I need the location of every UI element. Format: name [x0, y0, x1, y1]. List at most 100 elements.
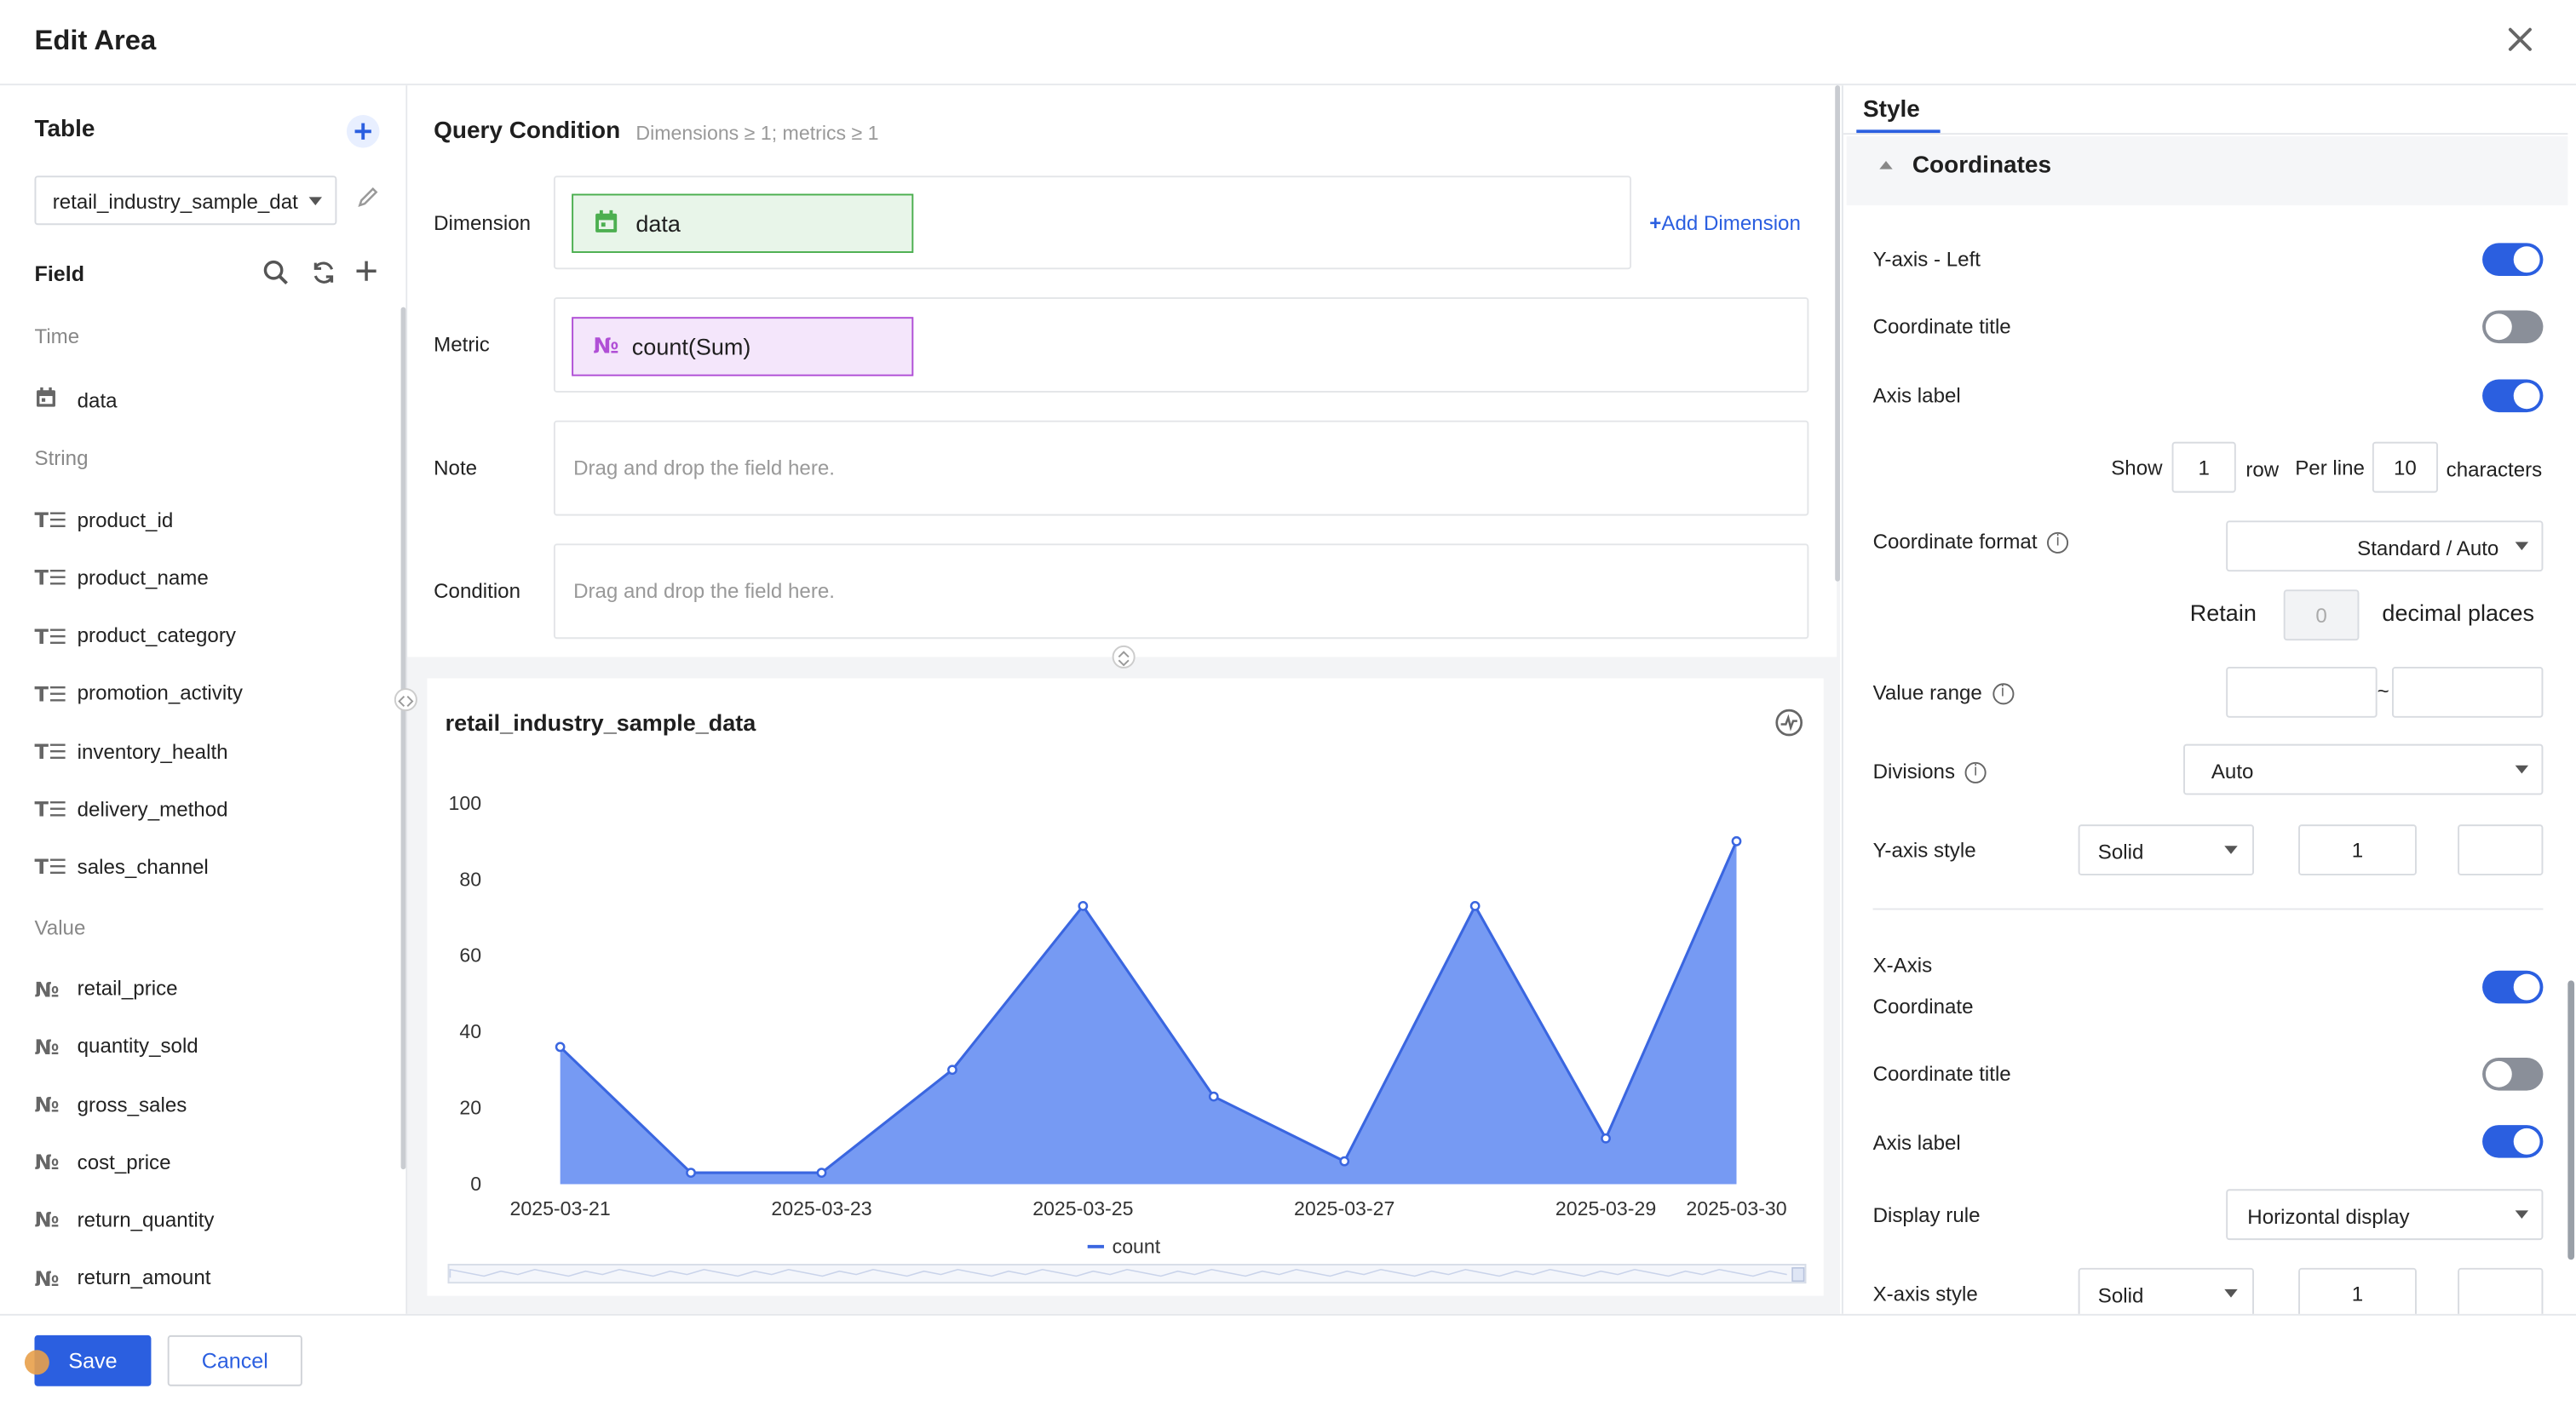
coordinate-title-label: Coordinate title	[1872, 315, 2011, 339]
field-item[interactable]: T☰ inventory_health	[34, 739, 227, 764]
y-axis-left-toggle[interactable]	[2482, 243, 2544, 276]
x-coordinate-title-toggle[interactable]	[2482, 1057, 2544, 1091]
field-item[interactable]: № cost_price	[34, 1150, 170, 1174]
y-tick-label: 60	[459, 944, 481, 967]
dimension-dropzone[interactable]: data	[553, 175, 1632, 270]
text-field-icon: T☰	[34, 565, 67, 591]
x-coordinate-label: Coordinate	[1872, 995, 1974, 1019]
edit-pencil-icon[interactable]	[356, 186, 379, 217]
divisions-select[interactable]: Auto	[2183, 743, 2544, 795]
table-select-value: retail_industry_sample_data	[52, 190, 299, 214]
metric-dropzone[interactable]: № count(Sum)	[553, 297, 1809, 393]
coordinate-format-label: Coordinate format i	[1873, 531, 2069, 554]
field-item[interactable]: T☰ promotion_activity	[34, 681, 242, 706]
field-item[interactable]: T☰ delivery_method	[34, 797, 227, 822]
field-item[interactable]: data	[34, 386, 118, 414]
field-group-label: String	[34, 446, 89, 470]
resize-handle-icon[interactable]	[1112, 645, 1136, 669]
style-scrollbar[interactable]	[2567, 980, 2575, 1260]
field-item[interactable]: № quantity_sold	[34, 1035, 198, 1059]
field-item[interactable]: № return_quantity	[34, 1208, 214, 1232]
y-tick-label: 0	[470, 1173, 481, 1195]
value-range-min-input[interactable]	[2226, 666, 2378, 718]
data-point	[686, 1168, 696, 1178]
x-tick-label: 2025-03-27	[1294, 1197, 1394, 1219]
close-icon[interactable]	[2502, 21, 2538, 57]
tab-divider	[1843, 133, 2568, 135]
zoom-handle	[1791, 1267, 1805, 1283]
field-item[interactable]: T☰ product_id	[34, 508, 173, 532]
display-rule-select[interactable]: Horizontal display	[2226, 1189, 2544, 1241]
add-table-icon[interactable]	[346, 114, 380, 148]
panel-collapse-handle-icon[interactable]	[394, 688, 417, 712]
field-item[interactable]: T☰ product_category	[34, 623, 235, 648]
x-tick-label: 2025-03-30	[1686, 1197, 1786, 1219]
retain-label: Retain	[2189, 599, 2257, 626]
x-line-style-select[interactable]: Solid	[2078, 1267, 2254, 1319]
y-line-style-select[interactable]: Solid	[2078, 824, 2254, 875]
field-name: delivery_method	[77, 797, 228, 821]
show-rows-input[interactable]: 1	[2171, 441, 2236, 493]
add-dimension-link[interactable]: +Add Dimension	[1649, 212, 1801, 235]
y-axis-style-label: Y-axis style	[1872, 839, 1976, 863]
y-line-width-input[interactable]: 1	[2298, 824, 2417, 875]
legend-label: count	[1113, 1235, 1161, 1257]
data-point	[1078, 900, 1089, 911]
tab-style[interactable]: Style	[1863, 97, 1920, 123]
query-hint: Dimensions ≥ 1; metrics ≥ 1	[635, 121, 879, 145]
x-coordinate-toggle[interactable]	[2482, 970, 2544, 1004]
query-scrollbar[interactable]	[1835, 85, 1840, 582]
field-item[interactable]: T☰ product_name	[34, 565, 208, 590]
field-item[interactable]: № gross_sales	[34, 1092, 187, 1116]
y-tick-label: 40	[459, 1020, 481, 1042]
field-item[interactable]: № retail_price	[34, 977, 177, 1001]
x-axis-label-label: Axis label	[1872, 1131, 1961, 1155]
y-tick-label: 80	[459, 868, 481, 890]
field-name: product_name	[77, 566, 209, 590]
field-item[interactable]: T☰ sales_channel	[34, 855, 208, 880]
coordinate-format-select[interactable]: Standard / Auto	[2226, 520, 2544, 572]
metric-chip[interactable]: № count(Sum)	[572, 317, 914, 376]
save-button[interactable]: Save	[34, 1334, 152, 1386]
divisions-label: Divisions i	[1873, 760, 1987, 784]
coordinates-section-header[interactable]: Coordinates	[1846, 136, 2568, 206]
field-title: Field	[34, 261, 85, 286]
series-area-count	[560, 841, 1737, 1185]
retain-input[interactable]: 0	[2283, 589, 2360, 641]
dimension-chip[interactable]: data	[572, 193, 914, 253]
field-scrollbar[interactable]	[400, 307, 406, 1170]
condition-dropzone[interactable]: Drag and drop the field here.	[553, 543, 1809, 640]
axis-label-label: Axis label	[1872, 384, 1961, 408]
coordinate-format-text: Coordinate format	[1872, 530, 2038, 554]
x-line-color-picker[interactable]	[2458, 1267, 2544, 1319]
add-field-icon[interactable]	[355, 260, 378, 291]
coordinate-title-toggle[interactable]	[2482, 310, 2544, 344]
field-name: product_category	[77, 624, 236, 648]
field-item[interactable]: № return_amount	[34, 1265, 210, 1290]
x-line-style-value: Solid	[2097, 1284, 2144, 1308]
y-tick-label: 20	[459, 1097, 481, 1119]
x-line-width-input[interactable]: 1	[2298, 1267, 2417, 1319]
condition-label: Condition	[434, 579, 521, 603]
note-dropzone[interactable]: Drag and drop the field here.	[553, 420, 1809, 516]
cursor-indicator	[24, 1350, 49, 1375]
field-name: product_id	[77, 508, 174, 532]
data-point	[947, 1065, 957, 1076]
condition-placeholder: Drag and drop the field here.	[573, 579, 835, 603]
number-field-icon: №	[34, 976, 60, 1001]
dialog-footer: Save Cancel	[0, 1313, 2576, 1406]
refresh-icon[interactable]	[310, 260, 336, 295]
search-icon[interactable]	[263, 260, 290, 295]
row-label: row	[2245, 458, 2280, 482]
cancel-button[interactable]: Cancel	[167, 1334, 302, 1386]
axis-label-toggle[interactable]	[2482, 379, 2544, 413]
y-line-color-picker[interactable]	[2458, 824, 2544, 875]
text-field-icon: T☰	[34, 796, 67, 822]
value-range-max-input[interactable]	[2391, 666, 2544, 718]
per-line-input[interactable]: 10	[2372, 441, 2438, 493]
text-field-icon: T☰	[34, 623, 67, 649]
table-select[interactable]: retail_industry_sample_data	[34, 175, 337, 226]
data-point	[816, 1168, 827, 1178]
x-coordinate-title-label: Coordinate title	[1872, 1062, 2011, 1086]
x-axis-label-toggle[interactable]	[2482, 1125, 2544, 1158]
